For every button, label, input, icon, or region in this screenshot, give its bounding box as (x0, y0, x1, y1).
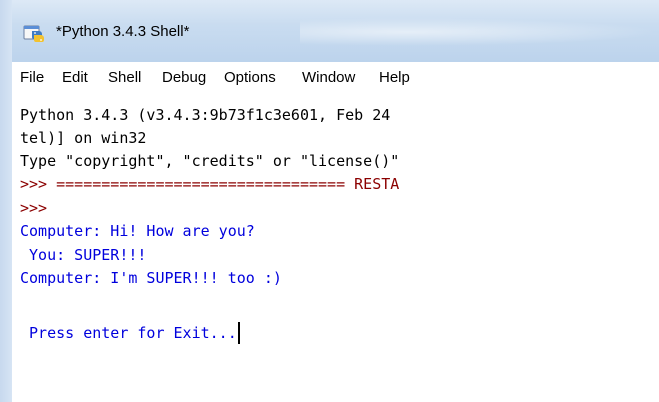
window-title: *Python 3.4.3 Shell* (56, 23, 190, 40)
exit-prompt-text: Press enter for Exit... (20, 324, 237, 342)
program-output: You: SUPER!!! (20, 246, 147, 264)
menu-window[interactable]: Window (302, 62, 355, 94)
menu-file[interactable]: File (20, 62, 44, 94)
restart-separator: >>> ================================ RES… (20, 175, 400, 193)
shell-text-area[interactable]: Python 3.4.3 (v3.4.3:9b73f1c3e601, Feb 2… (12, 94, 659, 402)
idle-shell-window: *Python 3.4.3 Shell* File Edit Shell Deb… (0, 0, 659, 402)
shell-banner-line: Python 3.4.3 (v3.4.3:9b73f1c3e601, Feb 2… (20, 106, 391, 124)
shell-banner-line: tel)] on win32 (20, 129, 147, 147)
program-output: Computer: I'm SUPER!!! too :) (20, 269, 282, 287)
exit-prompt-line: Press enter for Exit... (20, 322, 240, 344)
menu-bar: File Edit Shell Debug Options Window Hel… (12, 62, 659, 95)
window-frame-left (0, 0, 12, 402)
python-idle-icon[interactable] (23, 22, 45, 44)
program-output: Computer: Hi! How are you? (20, 222, 255, 240)
menu-shell[interactable]: Shell (108, 62, 141, 94)
menu-edit[interactable]: Edit (62, 62, 88, 94)
menu-help[interactable]: Help (379, 62, 410, 94)
shell-prompt: >>> (20, 199, 48, 217)
text-cursor (237, 322, 240, 344)
menu-options[interactable]: Options (224, 62, 276, 94)
shell-banner-line: Type "copyright", "credits" or "license(… (20, 152, 400, 170)
menu-debug[interactable]: Debug (162, 62, 206, 94)
